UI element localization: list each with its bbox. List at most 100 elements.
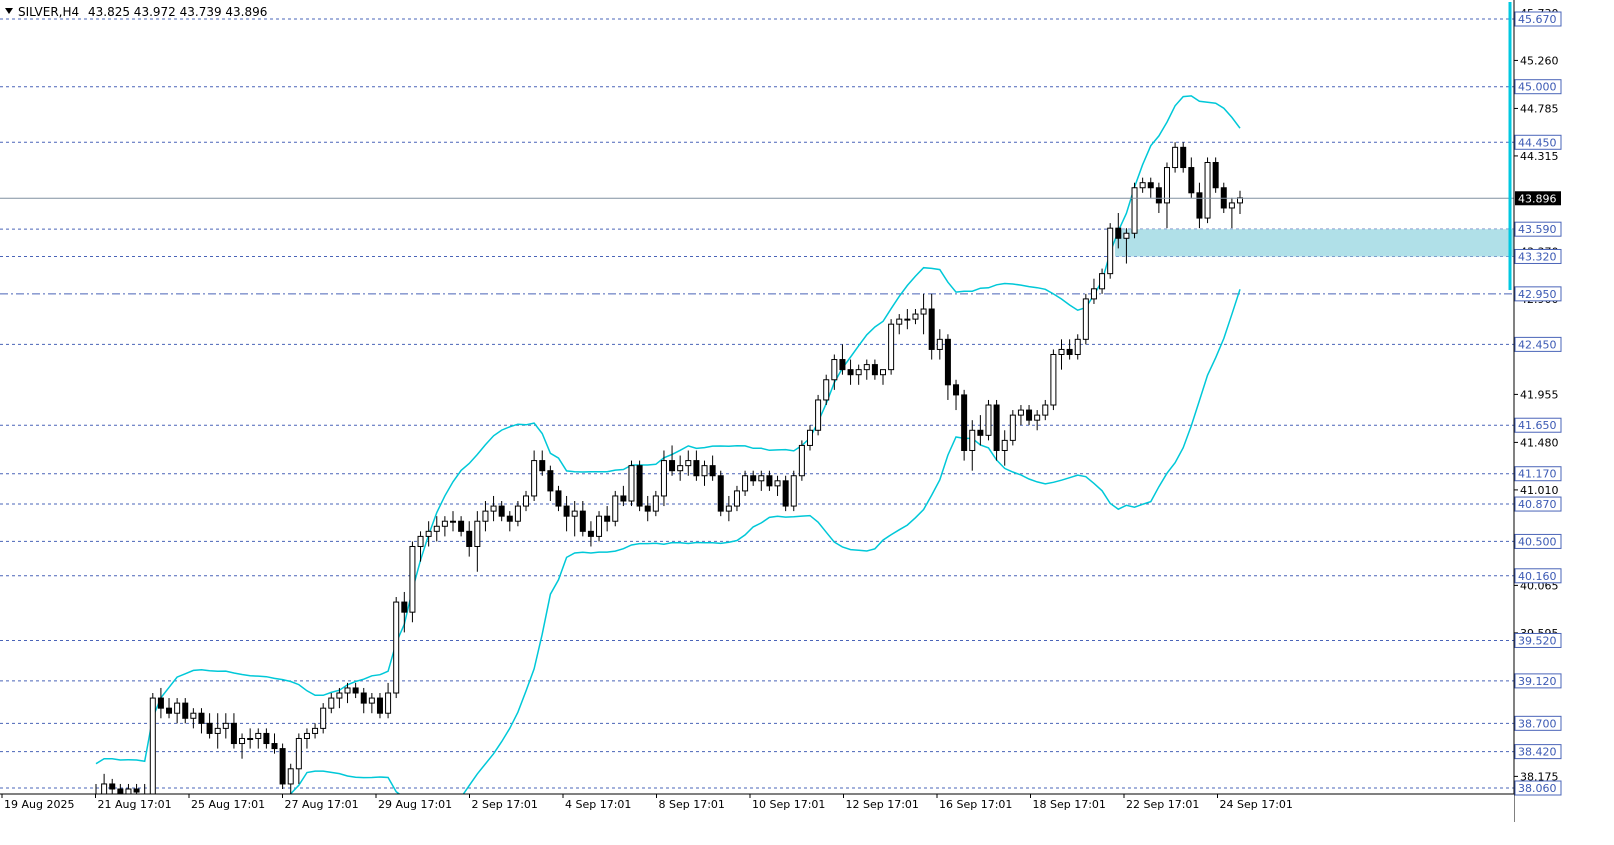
bull-candle	[514, 505, 521, 522]
price-axis[interactable]	[1508, 0, 1614, 822]
bull-candle	[174, 702, 181, 714]
bull-candle	[798, 444, 805, 477]
bear-candle	[928, 308, 935, 350]
bull-candle	[896, 318, 903, 325]
bull-candle	[880, 369, 887, 376]
bull-candle	[790, 475, 797, 507]
time-tick-label: 10 Sep 17:01	[752, 798, 825, 811]
bear-candle	[506, 515, 513, 522]
bear-candle	[977, 429, 984, 436]
time-tick-label: 8 Sep 17:01	[659, 798, 725, 811]
time-tick-label: 16 Sep 17:01	[939, 798, 1012, 811]
bull-candle	[1099, 273, 1106, 290]
bull-candle	[823, 379, 830, 401]
bull-candle	[677, 465, 684, 472]
price-tick-label: 41.955	[1520, 388, 1559, 401]
bull-candle	[474, 520, 481, 547]
bull-candle	[409, 545, 416, 613]
bear-candle	[1066, 348, 1073, 355]
bull-candle	[1074, 338, 1081, 355]
bear-candle	[709, 465, 716, 477]
bull-candle	[101, 783, 108, 795]
bull-candle	[596, 515, 603, 537]
bear-candle	[693, 460, 700, 477]
bull-candle	[685, 460, 692, 467]
price-tick-label: 44.785	[1520, 102, 1559, 115]
bear-candle	[157, 697, 164, 709]
level-tag-label: 40.160	[1518, 570, 1557, 583]
bear-candle	[847, 369, 854, 376]
bear-candle	[401, 601, 408, 613]
current-price-label: 43.896	[1518, 192, 1557, 205]
bear-candle	[109, 783, 116, 790]
bull-candle	[571, 510, 578, 517]
price-tick-label: 45.260	[1520, 54, 1559, 67]
bull-candle	[652, 495, 659, 512]
price-tick-label: 41.480	[1520, 436, 1559, 449]
bull-candle	[1042, 404, 1049, 416]
time-tick-label: 24 Sep 17:01	[1220, 798, 1293, 811]
bear-candle	[961, 394, 968, 451]
bear-candle	[230, 722, 237, 745]
bear-candle	[782, 480, 789, 507]
time-tick-label: 18 Sep 17:01	[1033, 798, 1106, 811]
level-tag-label: 38.700	[1518, 717, 1557, 730]
bear-candle	[1188, 167, 1195, 194]
bull-candle	[393, 601, 400, 694]
bull-candle	[701, 465, 708, 477]
level-tag-label: 45.670	[1518, 13, 1557, 26]
bull-candle	[863, 364, 870, 371]
current-price-tag: 43.896	[1515, 191, 1561, 206]
chart-window[interactable]: 45.73045.26044.78544.31543.37042.90041.9…	[0, 0, 1614, 845]
level-tag-label: 43.590	[1518, 223, 1557, 236]
bull-candle	[1034, 414, 1041, 421]
bear-candle	[117, 788, 124, 795]
bull-candle	[255, 732, 262, 739]
level-tag-label: 39.520	[1518, 634, 1557, 647]
bull-candle	[295, 737, 302, 770]
bull-candle	[328, 697, 335, 709]
bear-candle	[352, 687, 359, 694]
bull-candle	[425, 530, 432, 537]
bull-candle	[1082, 298, 1089, 340]
bull-candle	[1090, 288, 1097, 300]
bull-candle	[1009, 414, 1016, 441]
bull-candle	[344, 687, 351, 694]
bull-candle	[190, 712, 197, 719]
bear-candle	[498, 505, 505, 517]
bull-candle	[936, 338, 943, 350]
bear-candle	[839, 359, 846, 371]
bull-candle	[1058, 348, 1065, 355]
time-tick-label: 29 Aug 17:01	[378, 798, 452, 811]
bear-candle	[717, 475, 724, 512]
bear-candle	[198, 712, 205, 724]
time-tick-label: 27 Aug 17:01	[285, 798, 359, 811]
bear-candle	[944, 338, 951, 386]
bull-candle	[1172, 146, 1179, 169]
time-tick-label: 21 Aug 17:01	[98, 798, 172, 811]
bear-candle	[547, 470, 554, 492]
level-tag-label: 40.500	[1518, 535, 1557, 548]
bull-candle	[815, 399, 822, 431]
time-tick-label: 25 Aug 17:01	[191, 798, 265, 811]
ohlc-values: 43.825 43.972 43.739 43.896	[88, 5, 267, 19]
bull-candle	[969, 429, 976, 451]
bull-candle	[336, 692, 343, 699]
bull-candle	[482, 510, 489, 522]
bull-candle	[742, 475, 749, 492]
bull-candle	[1017, 409, 1024, 416]
bear-candle	[620, 495, 627, 502]
bull-candle	[449, 520, 456, 523]
time-tick-label: 12 Sep 17:01	[846, 798, 919, 811]
bull-candle	[523, 495, 530, 507]
bull-candle	[888, 323, 895, 371]
bear-candle	[636, 465, 643, 507]
bear-candle	[458, 520, 465, 532]
price-chart[interactable]: 45.73045.26044.78544.31543.37042.90041.9…	[0, 0, 1614, 845]
bull-candle	[1139, 182, 1146, 189]
level-tag-label: 38.060	[1518, 782, 1557, 795]
level-tag-label: 43.320	[1518, 250, 1557, 263]
bear-candle	[669, 460, 676, 472]
bull-candle	[1228, 202, 1235, 209]
bear-candle	[166, 707, 173, 714]
